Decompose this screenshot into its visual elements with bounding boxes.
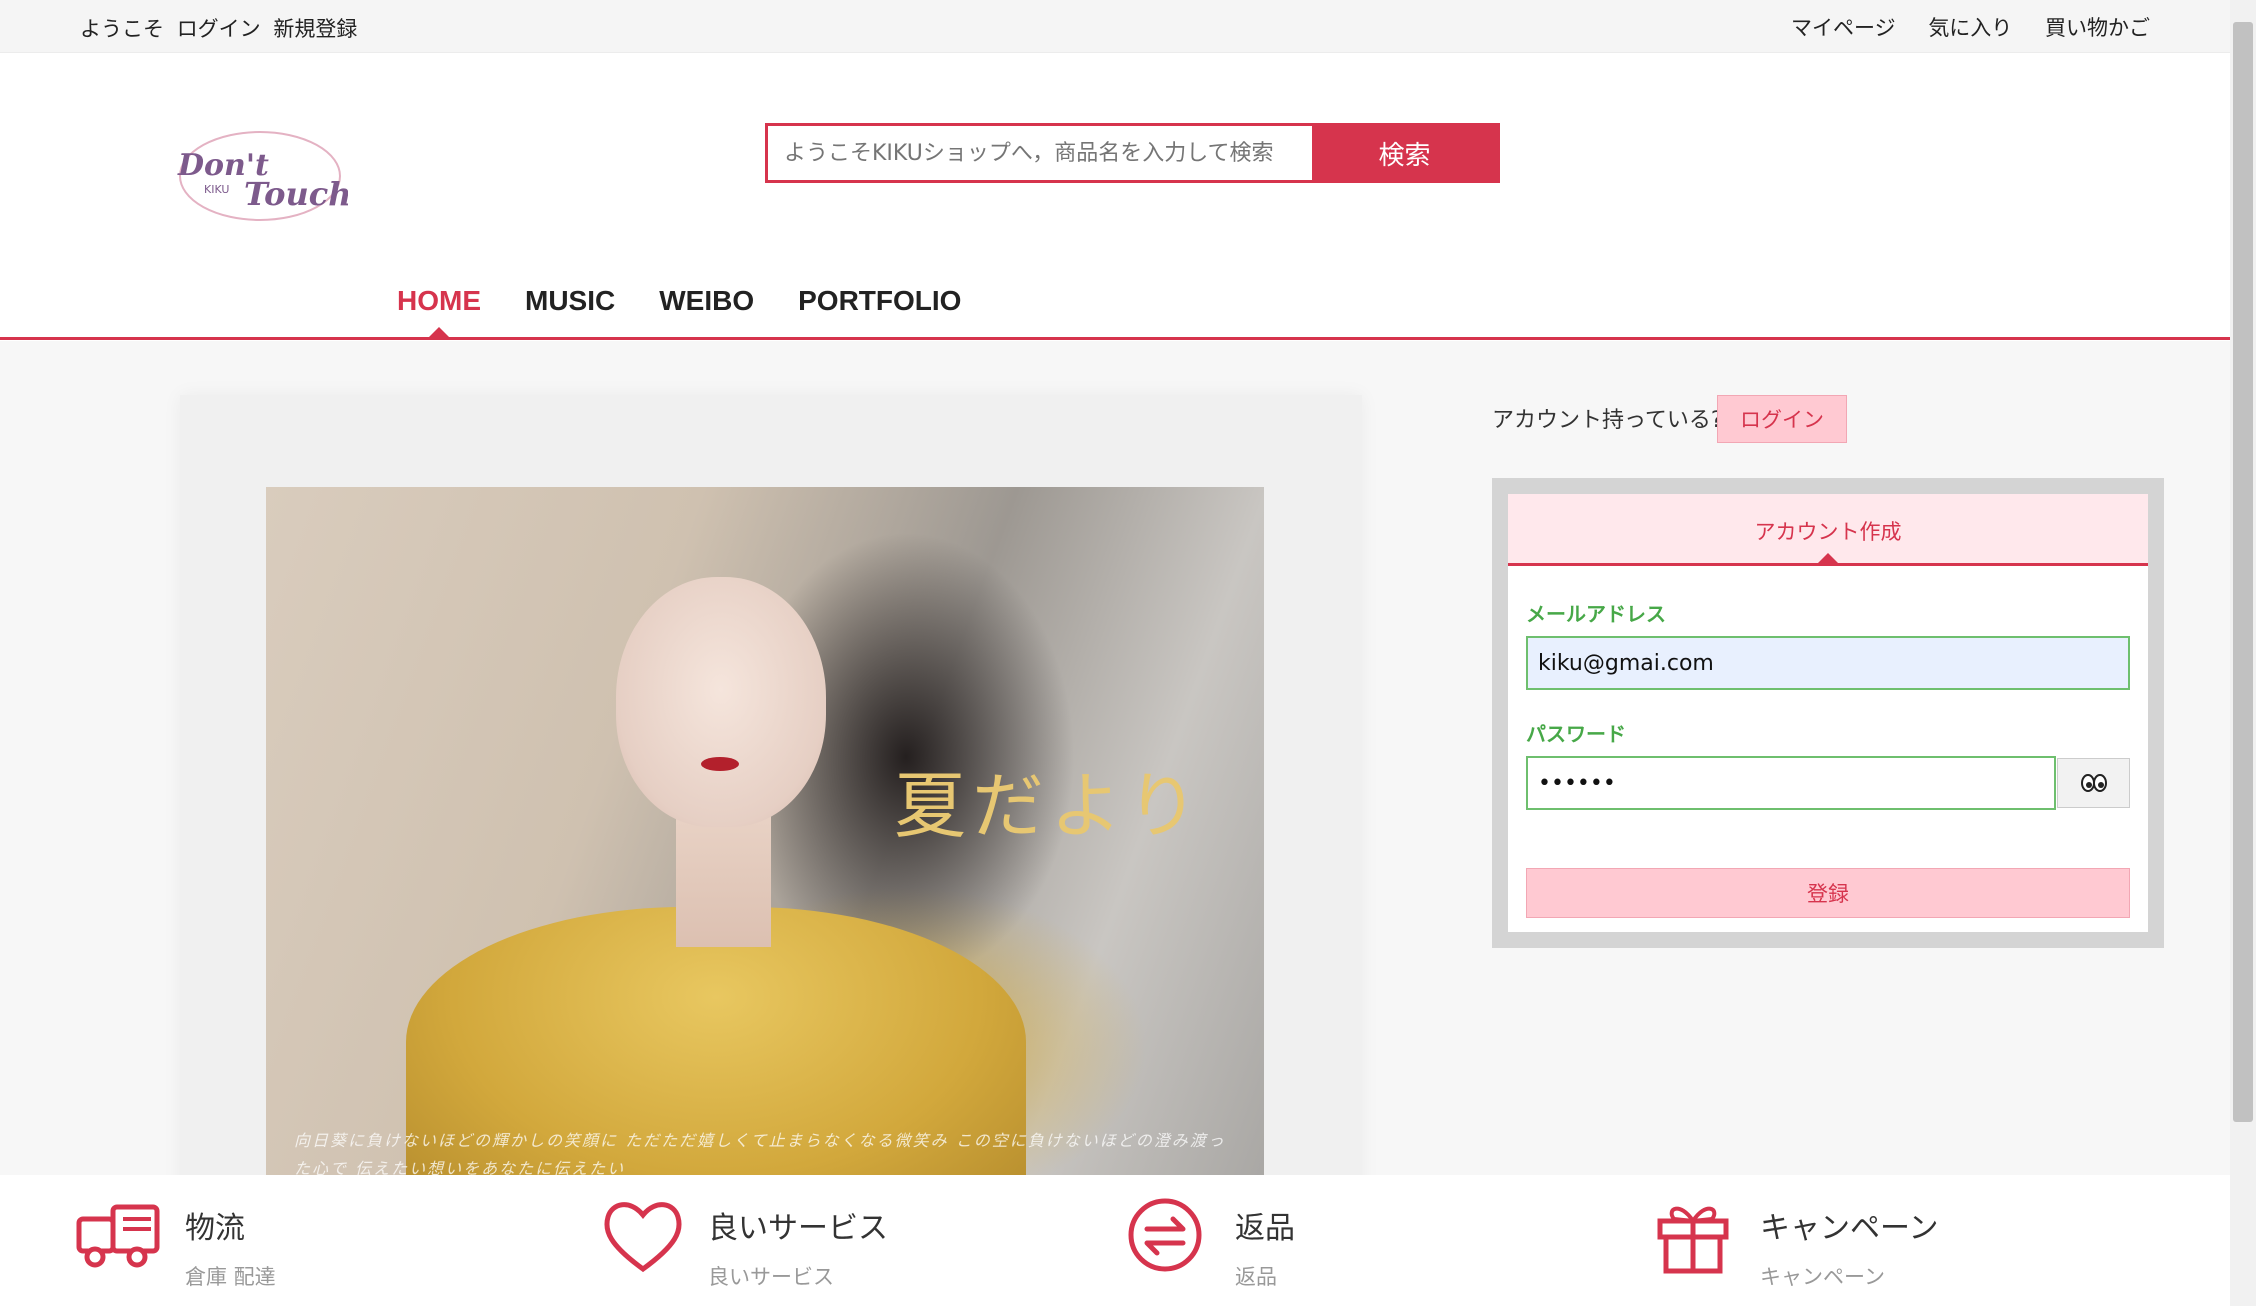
feature-campaign[interactable]: キャンペーン キャンペーン (1650, 1195, 1939, 1291)
banner-neck-shape (676, 807, 771, 947)
feature-subtitle: 良いサービス (708, 1265, 834, 1289)
feature-subtitle: 倉庫 配達 (185, 1265, 276, 1289)
email-field[interactable] (1526, 636, 2130, 690)
page-scrollbar[interactable] (2230, 0, 2256, 1306)
return-icon (1128, 1198, 1202, 1272)
nav-weibo[interactable]: WEIBO (659, 285, 754, 317)
welcome-text: ようこそ (80, 17, 164, 41)
login-button[interactable]: ログイン (1717, 395, 1847, 443)
nav-divider (0, 337, 2230, 340)
gift-icon (1657, 1206, 1729, 1274)
mypage-link[interactable]: マイページ (1791, 16, 1896, 40)
top-login-link[interactable]: ログイン (177, 17, 261, 41)
top-register-link[interactable]: 新規登録 (273, 17, 357, 41)
search-input[interactable] (768, 126, 1312, 180)
banner-image: 夏だより 向日葵に負けないほどの輝かしの笑顔に ただただ嬉しくて止まらなくなる微… (266, 487, 1264, 1187)
nav-portfolio[interactable]: PORTFOLIO (798, 285, 961, 317)
feature-subtitle: キャンペーン (1760, 1265, 1885, 1289)
favorites-link[interactable]: 気に入り (1928, 16, 2012, 40)
header: Don't Touch KIKU 検索 HOME MUSIC WEIBO POR… (0, 53, 2230, 341)
features-bar: 物流 倉庫 配達 良いサービス 良いサービス 返品 返品 キャンペーン キャンペ… (0, 1175, 2230, 1306)
account-question: アカウント持っている? (1492, 408, 1723, 433)
tab-create-account[interactable]: アカウント作成 (1508, 494, 2148, 566)
show-password-button[interactable] (2057, 758, 2130, 808)
feature-title: 返品 (1235, 1211, 1295, 1246)
feature-logistics[interactable]: 物流 倉庫 配達 (75, 1195, 276, 1291)
password-label: パスワード (1526, 722, 1626, 746)
feature-subtitle: 返品 (1235, 1265, 1277, 1289)
main-nav: HOME MUSIC WEIBO PORTFOLIO (397, 285, 961, 317)
register-button[interactable]: 登録 (1526, 868, 2130, 918)
banner-lips-shape (701, 757, 739, 771)
scrollbar-thumb[interactable] (2233, 22, 2253, 1122)
feature-title: キャンペーン (1760, 1211, 1939, 1246)
search-button[interactable]: 検索 (1312, 126, 1497, 180)
email-label: メールアドレス (1526, 602, 1666, 626)
logo-brand: KIKU (204, 183, 229, 196)
top-bar-right: マイページ 気に入り 買い物かご (1765, 12, 2150, 42)
eyes-icon (2080, 774, 2107, 792)
feature-title: 物流 (185, 1211, 245, 1246)
search-bar: 検索 (765, 123, 1500, 183)
banner-face-shape (616, 577, 826, 827)
password-field[interactable] (1526, 756, 2056, 810)
feature-service[interactable]: 良いサービス 良いサービス (598, 1195, 888, 1291)
site-logo[interactable]: Don't Touch KIKU (168, 121, 348, 231)
feature-title: 良いサービス (708, 1211, 888, 1246)
feature-return[interactable]: 返品 返品 (1125, 1195, 1295, 1291)
cart-link[interactable]: 買い物かご (2045, 16, 2150, 40)
top-bar-left: ようこそ ログイン 新規登録 (80, 13, 363, 43)
nav-music[interactable]: MUSIC (525, 285, 615, 317)
banner-title: 夏だより (894, 764, 1205, 848)
heart-icon (604, 1202, 682, 1273)
register-panel: アカウント作成 メールアドレス パスワード 登録 (1492, 478, 2164, 948)
register-form: アカウント作成 メールアドレス パスワード 登録 (1508, 494, 2148, 932)
top-bar: ようこそ ログイン 新規登録 マイページ 気に入り 買い物かご (0, 0, 2230, 53)
nav-home[interactable]: HOME (397, 285, 481, 317)
truck-icon (76, 1204, 160, 1268)
logo-line2: Touch (244, 175, 348, 213)
